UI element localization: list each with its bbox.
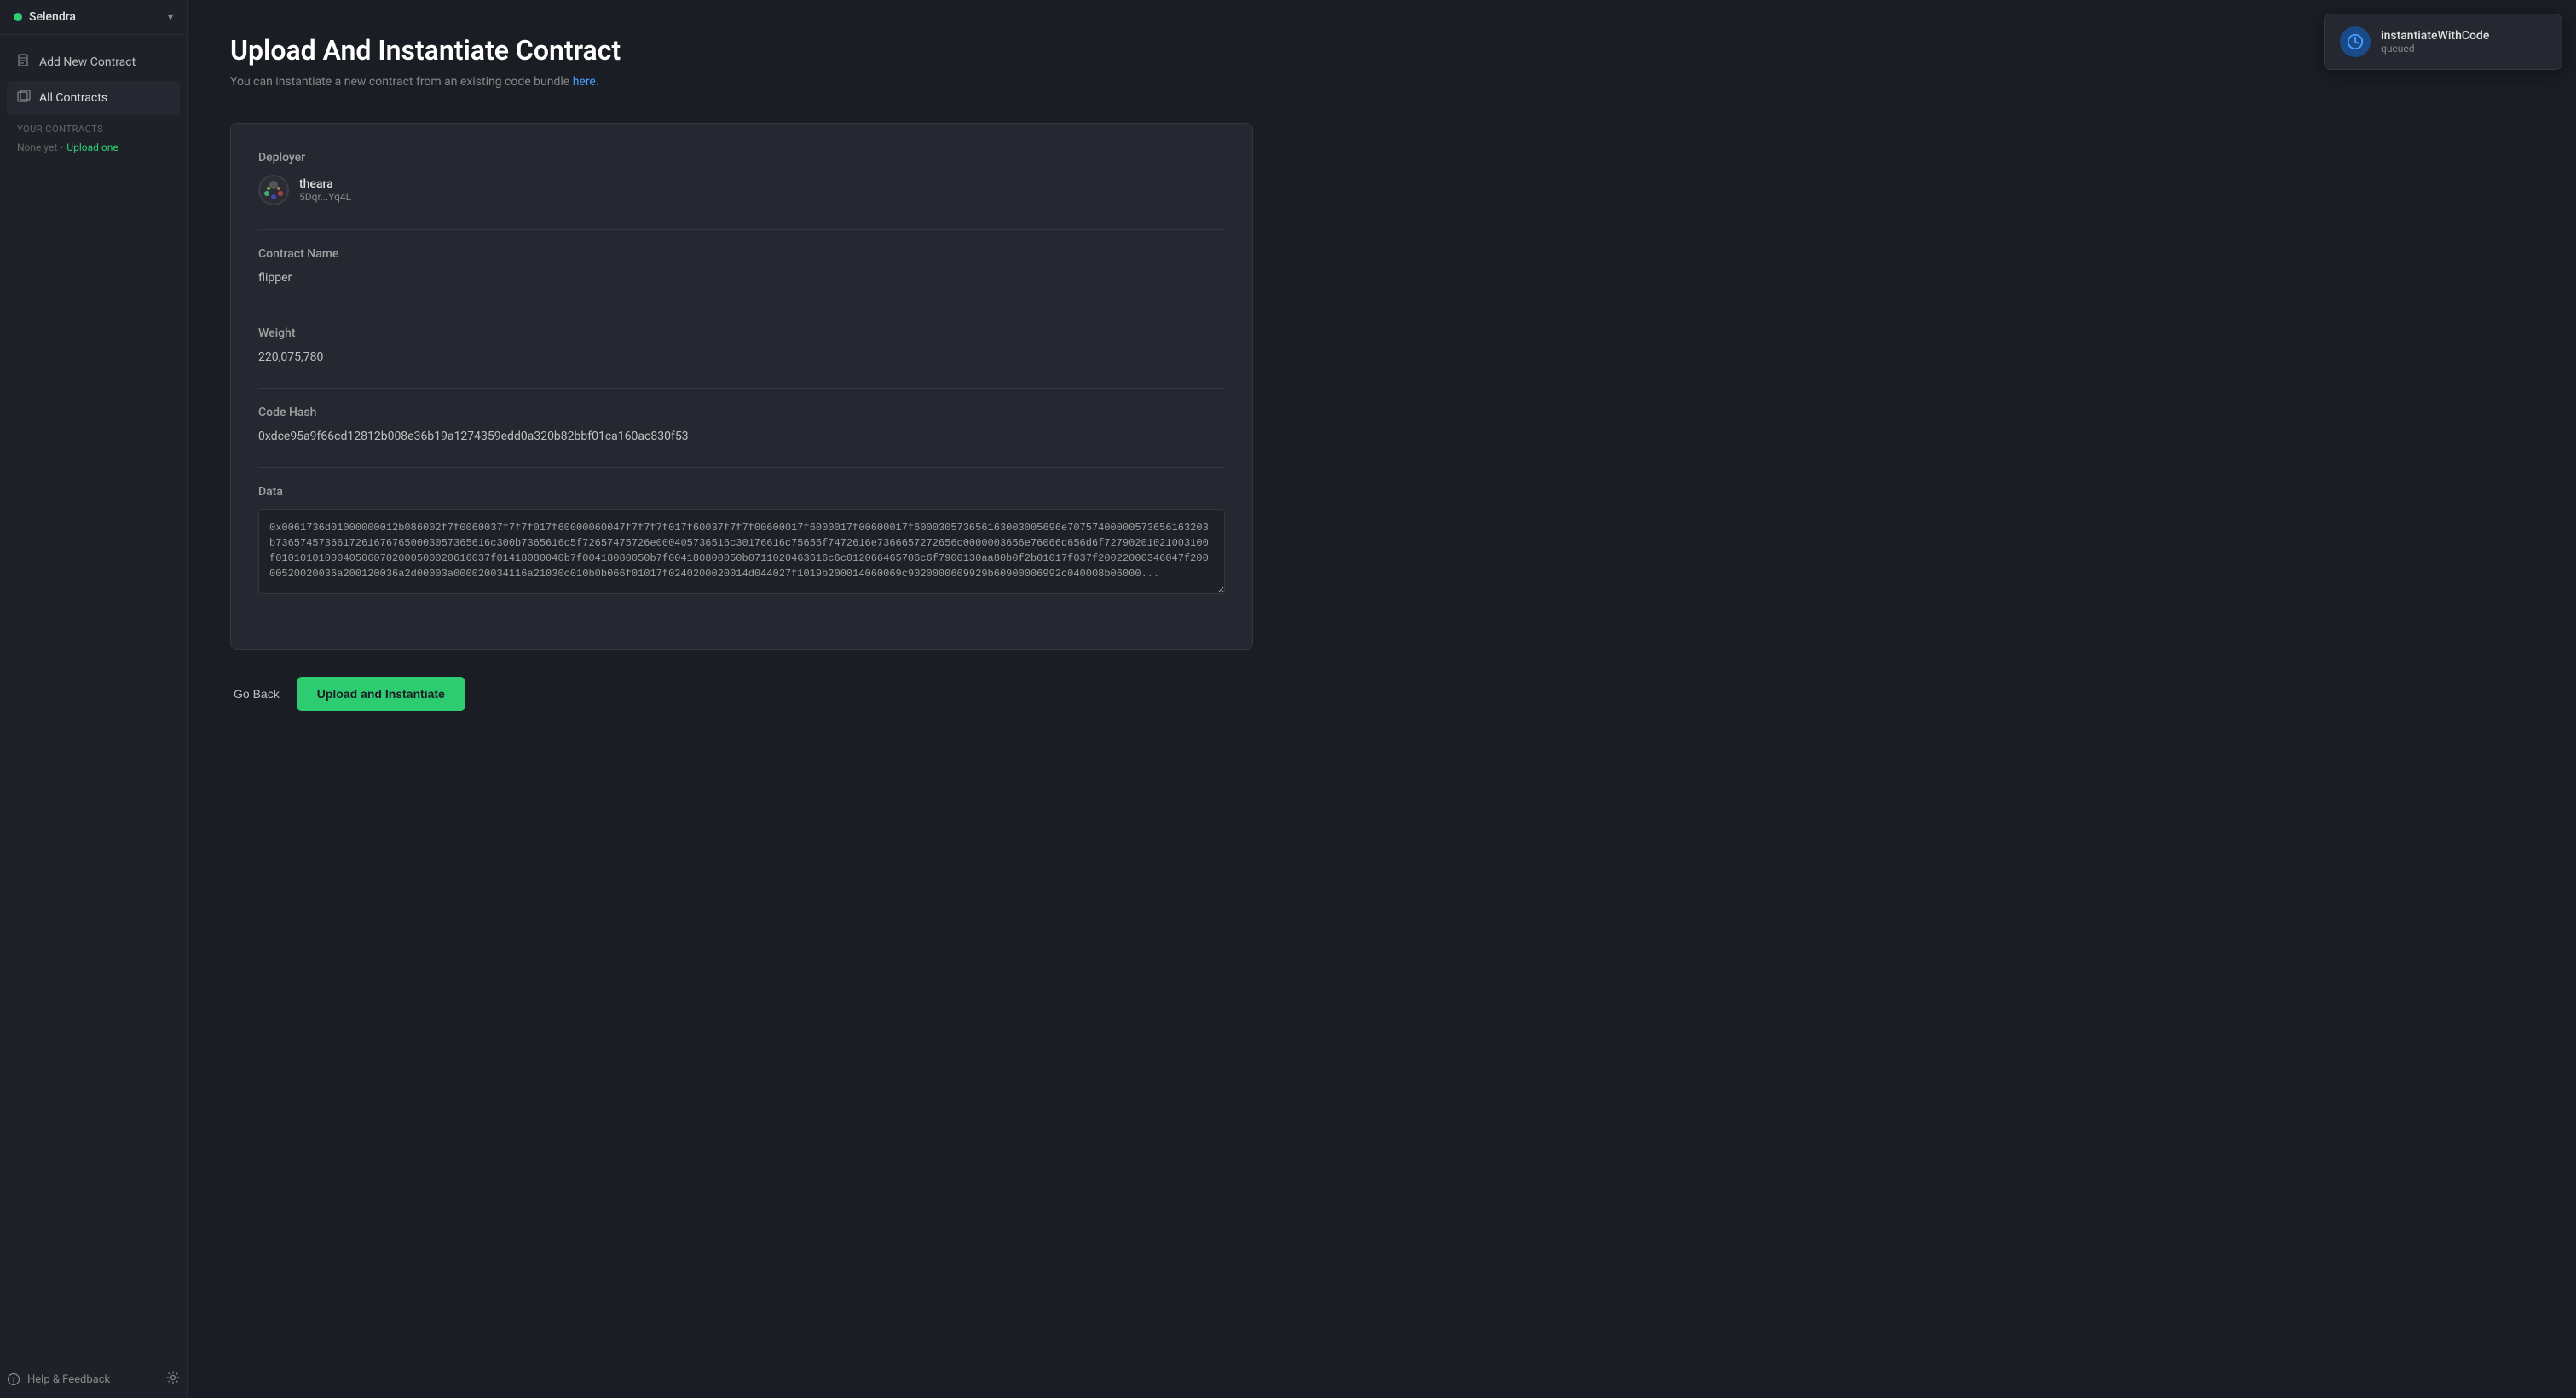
weight-section: Weight 220,075,780 (258, 326, 1225, 364)
settings-icon[interactable] (166, 1371, 180, 1388)
deployer-section: Deployer theara 5Dqr...Yq4L (258, 151, 1225, 205)
help-feedback-label: Help & Feedback (27, 1373, 110, 1386)
contracts-icon (17, 90, 31, 107)
sidebar-nav: Add New Contract All Contracts Your Cont… (0, 35, 187, 1360)
deployer-info: theara 5Dqr...Yq4L (299, 177, 351, 203)
toast-notification: instantiateWithCode queued (2324, 14, 2562, 70)
code-hash-value: 0xdce95a9f66cd12812b008e36b19a1274359edd… (258, 430, 1225, 443)
page-title: Upload And Instantiate Contract (230, 34, 2533, 66)
contract-form-card: Deployer theara 5Dqr...Yq4L (230, 123, 1253, 650)
go-back-button[interactable]: Go Back (230, 679, 283, 709)
page-subtitle: You can instantiate a new contract from … (230, 75, 2533, 89)
divider-4 (258, 467, 1225, 468)
network-name: Selendra (29, 10, 76, 24)
none-yet-text: None yet • (17, 142, 63, 153)
network-selector[interactable]: Selendra ▾ (0, 0, 187, 35)
contract-name-value: flipper (258, 271, 1225, 285)
no-contracts-message: None yet • Upload one (7, 138, 180, 160)
weight-value: 220,075,780 (258, 350, 1225, 364)
network-status-dot (14, 13, 22, 21)
action-footer: Go Back Upload and Instantiate (230, 677, 2533, 711)
toast-status: queued (2381, 43, 2489, 55)
deployer-name: theara (299, 177, 351, 191)
contract-name-section: Contract Name flipper (258, 247, 1225, 285)
sidebar-item-all-contracts[interactable]: All Contracts (7, 81, 180, 115)
sidebar-item-add-new-contract-label: Add New Contract (39, 55, 136, 69)
contract-name-label: Contract Name (258, 247, 1225, 261)
code-hash-label: Code Hash (258, 406, 1225, 419)
svg-text:?: ? (12, 1377, 15, 1385)
data-textarea[interactable] (258, 509, 1225, 594)
sidebar-footer: ? Help & Feedback (0, 1360, 187, 1398)
sidebar: Selendra ▾ Add New Contract (0, 0, 188, 1398)
sidebar-item-all-contracts-label: All Contracts (39, 91, 107, 105)
toast-clock-icon (2340, 26, 2371, 57)
sidebar-item-add-new-contract[interactable]: Add New Contract (7, 45, 180, 79)
divider-3 (258, 388, 1225, 389)
data-section: Data (258, 485, 1225, 598)
upload-one-link[interactable]: Upload one (66, 142, 118, 153)
code-hash-section: Code Hash 0xdce95a9f66cd12812b008e36b19a… (258, 406, 1225, 443)
deployer-address: 5Dqr...Yq4L (299, 191, 351, 203)
your-contracts-section-label: Your Contracts (7, 117, 180, 138)
upload-instantiate-button[interactable]: Upload and Instantiate (297, 677, 465, 711)
chevron-down-icon: ▾ (168, 11, 173, 23)
weight-label: Weight (258, 326, 1225, 340)
toast-title: instantiateWithCode (2381, 29, 2489, 43)
subtitle-text: You can instantiate a new contract from … (230, 75, 569, 89)
data-label: Data (258, 485, 1225, 499)
subtitle-link[interactable]: here. (573, 75, 599, 89)
deployer-label: Deployer (258, 151, 1225, 165)
main-content: Upload And Instantiate Contract You can … (188, 0, 2576, 1398)
divider-1 (258, 229, 1225, 230)
toast-content: instantiateWithCode queued (2381, 29, 2489, 55)
deployer-avatar (258, 175, 289, 205)
help-feedback-button[interactable]: ? Help & Feedback (7, 1372, 110, 1386)
deployer-row: theara 5Dqr...Yq4L (258, 175, 1225, 205)
document-icon (17, 54, 31, 71)
